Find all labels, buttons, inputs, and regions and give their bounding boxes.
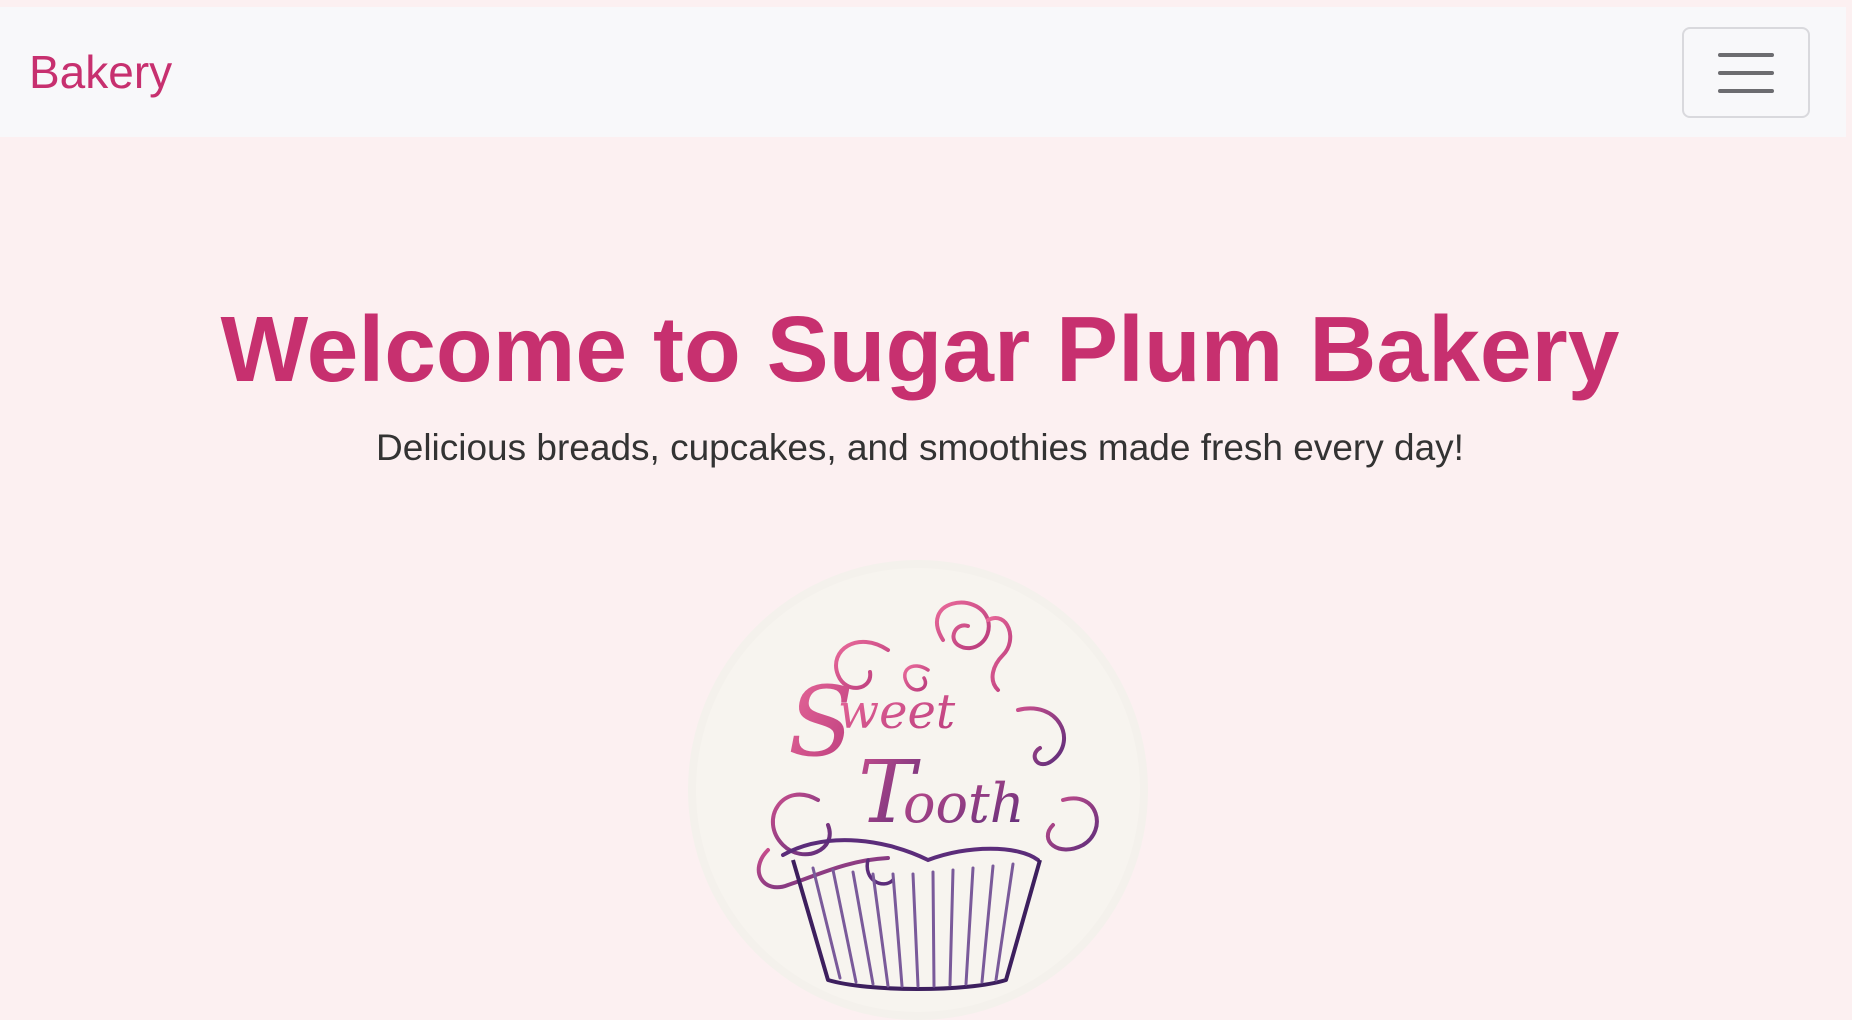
- hero-title: Welcome to Sugar Plum Bakery: [220, 297, 1620, 401]
- navbar-toggle-button[interactable]: [1682, 27, 1810, 118]
- page-top-strip: [0, 0, 1852, 7]
- logo-text-sweet: weet: [838, 684, 956, 740]
- logo-text-tooth: ooth: [903, 772, 1025, 835]
- hamburger-menu-icon: [1718, 46, 1774, 100]
- navbar-brand-link[interactable]: Bakery: [29, 45, 172, 99]
- hero-subtitle: Delicious breads, cupcakes, and smoothie…: [376, 427, 1464, 468]
- navbar: Bakery: [0, 7, 1846, 137]
- cupcake-logo-icon: S weet T ooth: [688, 560, 1148, 1020]
- sweet-tooth-logo: S weet T ooth: [688, 560, 1148, 1020]
